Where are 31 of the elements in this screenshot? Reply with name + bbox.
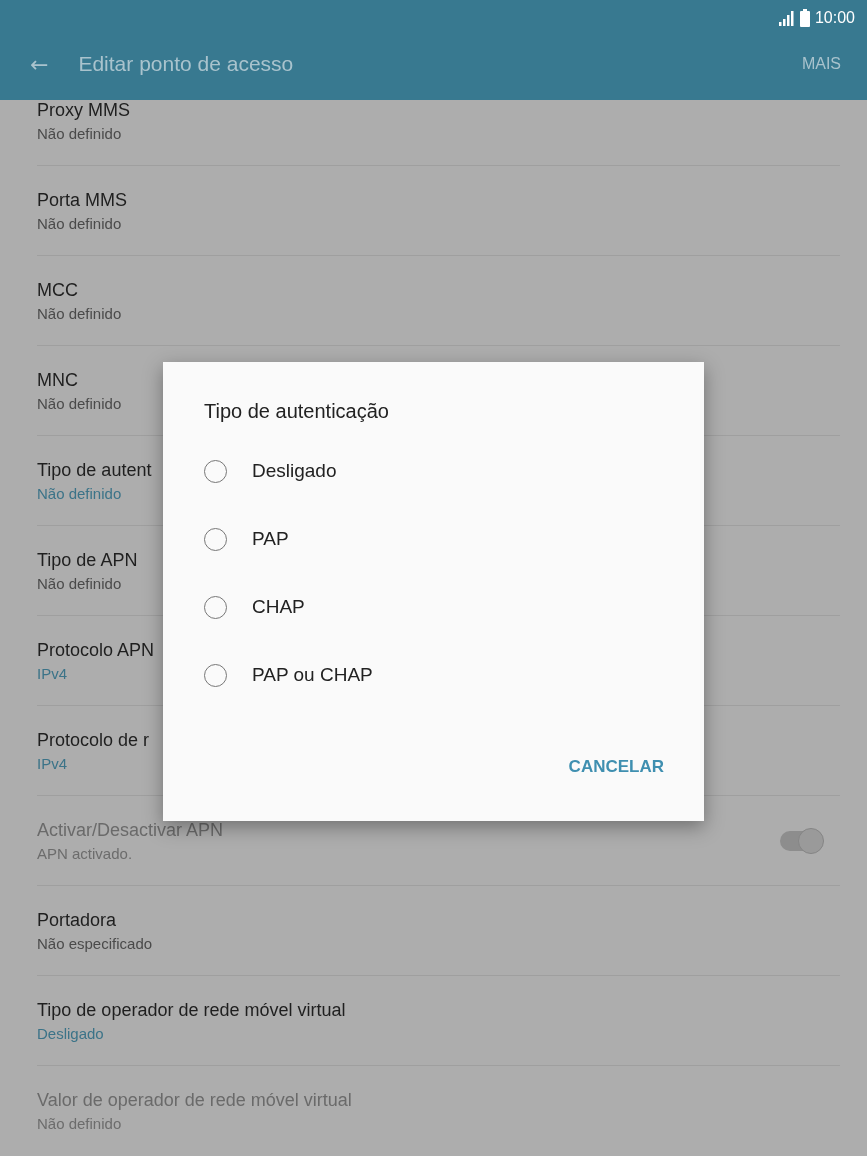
setting-value: Não definido: [37, 394, 122, 412]
setting-value: Não definido: [37, 1114, 122, 1132]
signal-icon: [778, 10, 795, 26]
setting-value: Desligado: [37, 1024, 104, 1042]
setting-value: Não definido: [37, 304, 122, 322]
option-label[interactable]: PAP ou CHAP: [252, 664, 373, 686]
option-label[interactable]: Desligado: [252, 460, 337, 482]
setting-title[interactable]: Tipo de operador de rede móvel virtual: [37, 999, 346, 1021]
setting-value: Não definido: [37, 574, 122, 592]
setting-value: Não definido: [37, 214, 122, 232]
setting-title[interactable]: Tipo de autent: [37, 459, 152, 481]
setting-value: Não especificado: [37, 934, 153, 952]
setting-value: APN activado.: [37, 844, 133, 862]
setting-title[interactable]: Protocolo de r: [37, 729, 150, 751]
option-label[interactable]: CHAP: [252, 596, 305, 618]
setting-value: Não definido: [37, 484, 122, 502]
setting-title[interactable]: Proxy MMS: [37, 100, 130, 121]
setting-title[interactable]: MCC: [37, 279, 78, 301]
setting-value: IPv4: [37, 664, 67, 682]
setting-value: IPv4: [37, 754, 67, 772]
setting-title[interactable]: Portadora: [37, 909, 117, 931]
option-label[interactable]: PAP: [252, 528, 289, 550]
setting-title[interactable]: Protocolo APN: [37, 639, 155, 661]
setting-title[interactable]: Tipo de APN: [37, 549, 138, 571]
screen-title: Editar ponto de acesso: [78, 52, 295, 76]
clock: 10:00: [814, 9, 855, 27]
setting-title[interactable]: MNC: [37, 369, 78, 391]
dialog-title: Tipo de autenticação: [204, 400, 389, 423]
battery-icon: [799, 9, 810, 27]
setting-title[interactable]: Porta MMS: [37, 189, 128, 211]
setting-value: Não definido: [37, 124, 122, 142]
